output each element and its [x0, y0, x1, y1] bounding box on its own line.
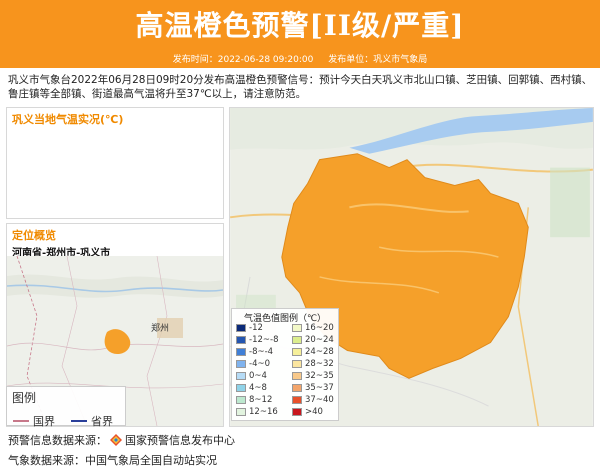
temp-range-label: 16~20 [305, 323, 334, 333]
temp-range-label: 0~4 [249, 371, 267, 381]
temp-legend-item: 35~37 [292, 383, 334, 393]
province-border-swatch [71, 420, 87, 422]
temp-color-swatch [292, 384, 302, 392]
temp-range-label: 4~8 [249, 383, 267, 393]
temp-color-swatch [292, 360, 302, 368]
temp-range-label: 35~37 [305, 383, 334, 393]
national-border-swatch [13, 420, 29, 422]
temp-range-label: -4~0 [249, 359, 271, 369]
temp-legend-item: 0~4 [236, 371, 267, 381]
source-prefix: 预警信息数据来源： [8, 434, 107, 447]
temp-color-swatch [292, 372, 302, 380]
temp-legend-title: 气温色值图例（℃） [243, 314, 327, 324]
temp-color-swatch [292, 348, 302, 356]
temp-legend-item: -8~-4 [236, 347, 273, 357]
temp-range-label: >40 [305, 407, 323, 417]
temp-color-swatch [236, 408, 246, 416]
warning-meta: 发布时间：2022-06-28 09:20:00 发布单位：巩义市气象局 [0, 52, 600, 68]
legend-label: 国界 [33, 415, 55, 428]
temp-legend-item: 12~16 [236, 407, 278, 417]
temp-legend-item: 16~20 [292, 323, 334, 333]
map-legend-title: 图例 [12, 391, 37, 405]
location-panel-title: 定位概览 [12, 229, 56, 242]
local-temperature-panel: 巩义当地气温实况(℃) [6, 107, 224, 219]
temp-color-swatch [236, 336, 246, 344]
map-legend: 图例 国界 省界 [6, 386, 126, 429]
warning-title: 高温橙色预警[II级/严重] [135, 9, 465, 42]
warning-notice-text: 巩义市气象台2022年06月28日09时20分发布高温橙色预警信号：预计今天白天… [8, 74, 593, 100]
weather-data-source: 气象数据来源：中国气象局全国自动站实况 [8, 454, 217, 467]
temp-legend-item: 20~24 [292, 335, 334, 345]
temp-range-label: 20~24 [305, 335, 334, 345]
temp-legend-item: 28~32 [292, 359, 334, 369]
temp-legend-item: -12~-8 [236, 335, 278, 345]
temp-color-swatch [236, 360, 246, 368]
temp-range-label: -12~-8 [249, 335, 279, 345]
temp-legend-item: >40 [292, 407, 323, 417]
temperature-panel-title: 巩义当地气温实况(℃) [12, 113, 124, 126]
temp-range-label: 8~12 [249, 395, 273, 405]
warning-center-logo-icon [110, 434, 122, 446]
publish-time: 发布时间：2022-06-28 09:20:00 [172, 55, 314, 65]
temp-legend-item: -4~0 [236, 359, 270, 369]
map-city-label: 郑州 [151, 324, 170, 334]
legend-label: 省界 [91, 415, 113, 428]
source-name[interactable]: 国家预警信息发布中心 [125, 432, 235, 448]
temp-color-swatch [292, 336, 302, 344]
temp-range-label: 12~16 [249, 407, 278, 417]
temp-range-label: 28~32 [305, 359, 334, 369]
temp-color-swatch [236, 372, 246, 380]
temp-legend-item: 32~35 [292, 371, 334, 381]
temp-color-swatch [236, 348, 246, 356]
temp-range-label: 37~40 [305, 395, 334, 405]
temp-range-label: 32~35 [305, 371, 334, 381]
temp-legend-item: 4~8 [236, 383, 267, 393]
temp-legend-item: 37~40 [292, 395, 334, 405]
temp-legend-item: 8~12 [236, 395, 272, 405]
legend-province-border: 省界 [71, 413, 113, 429]
warning-banner: 高温橙色预警[II级/严重] [0, 0, 600, 52]
temp-range-label: -12 [249, 323, 263, 333]
temp-color-swatch [292, 408, 302, 416]
temp-color-swatch [292, 324, 302, 332]
temp-legend-item: -12 [236, 323, 263, 333]
temp-legend-item: 24~28 [292, 347, 334, 357]
temp-color-swatch [236, 384, 246, 392]
temp-color-swatch [292, 396, 302, 404]
temp-range-label: -8~-4 [249, 347, 274, 357]
temperature-color-legend: 气温色值图例（℃） -12 -12~-8 -8~-4 -4~0 0~4 4~8 8~12 12… [231, 308, 339, 421]
temp-color-swatch [236, 396, 246, 404]
warning-source: 预警信息数据来源： 国家预警信息发布中心 [8, 432, 235, 448]
publisher: 发布单位：巩义市气象局 [328, 55, 428, 65]
legend-national-border: 国界 [13, 413, 55, 429]
temp-range-label: 24~28 [305, 347, 334, 357]
temp-color-swatch [236, 324, 246, 332]
